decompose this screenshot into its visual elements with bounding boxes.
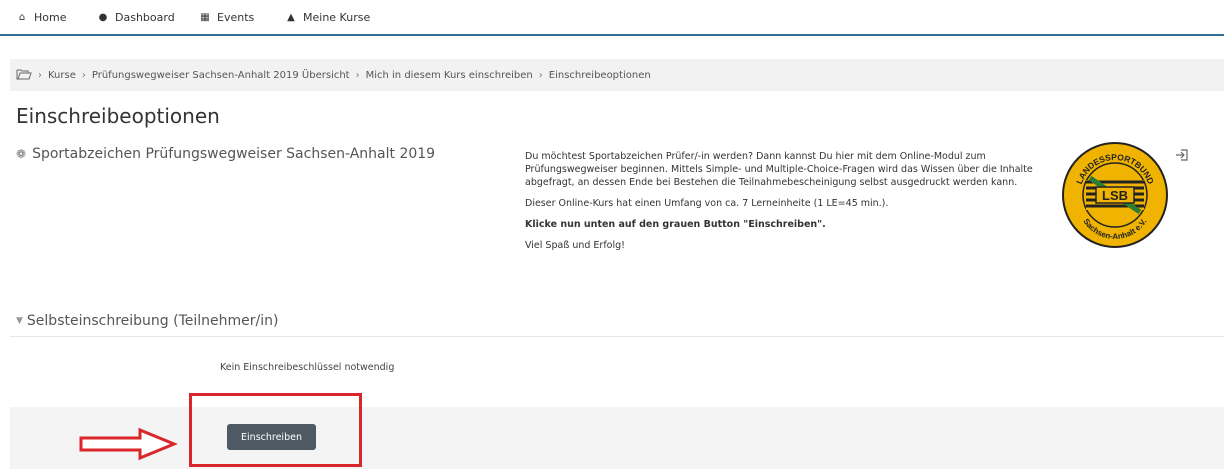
course-icon: ❁ xyxy=(16,147,27,161)
logo-center-text: LSB xyxy=(1102,188,1128,203)
breadcrumb-separator: › xyxy=(538,69,543,81)
nav-my-courses-label: Meine Kurse xyxy=(303,11,371,24)
nav-home-label: Home xyxy=(34,11,67,24)
summary-paragraph: Du möchtest Sportabzeichen Prüfer/-in we… xyxy=(525,151,1033,188)
sign-in-icon[interactable] xyxy=(1175,149,1189,164)
breadcrumb-item-enrolment-options[interactable]: Einschreibeoptionen xyxy=(549,70,651,81)
nav-home[interactable]: ⌂ Home xyxy=(16,11,67,24)
nav-dashboard[interactable]: ● Dashboard xyxy=(97,11,175,24)
folder-icon[interactable] xyxy=(16,68,32,83)
home-icon: ⌂ xyxy=(18,11,26,23)
dashboard-icon: ● xyxy=(98,11,108,23)
breadcrumb-separator: › xyxy=(81,69,86,81)
course-title[interactable]: ❁ Sportabzeichen Prüfungswegweiser Sachs… xyxy=(16,146,435,162)
course-name: Sportabzeichen Prüfungswegweiser Sachsen… xyxy=(32,146,436,162)
nav-my-courses[interactable]: ▲ Meine Kurse xyxy=(285,11,370,24)
nav-events-label: Events xyxy=(217,11,255,24)
nav-dashboard-label: Dashboard xyxy=(115,11,175,24)
breadcrumb-separator: › xyxy=(38,69,42,81)
self-enrolment-title: Selbsteinschreibung (Teilnehmer/in) xyxy=(26,313,279,329)
breadcrumb-item-course-overview[interactable]: Prüfungswegweiser Sachsen-Anhalt 2019 Üb… xyxy=(92,70,350,81)
breadcrumb-item-kurse[interactable]: Kurse xyxy=(48,70,76,81)
lsb-logo: LSB LANDESSPORTBUND Sachsen-Anhalt e.V. xyxy=(1060,140,1170,250)
no-enrolment-key-text: Kein Einschreibeschlüssel notwendig xyxy=(220,362,395,373)
course-summary: Du möchtest Sportabzeichen Prüfer/-in we… xyxy=(525,150,1045,260)
summary-paragraph: Viel Spaß und Erfolg! xyxy=(525,240,625,251)
breadcrumb-item-enrol-me[interactable]: Mich in diesem Kurs einschreiben xyxy=(366,70,533,81)
section-divider xyxy=(10,336,1224,337)
summary-instruction: Klicke nun unten auf den grauen Button "… xyxy=(525,219,826,230)
nav-events[interactable]: ▦ Events xyxy=(199,11,254,24)
caret-down-icon: ▼ xyxy=(16,316,23,326)
self-enrolment-section-toggle[interactable]: ▼ Selbsteinschreibung (Teilnehmer/in) xyxy=(16,313,278,329)
summary-paragraph: Dieser Online-Kurs hat einen Umfang von … xyxy=(525,198,889,209)
graduation-cap-icon: ▲ xyxy=(287,11,295,23)
annotation-arrow-icon xyxy=(79,427,178,461)
top-navbar: ⌂ Home ● Dashboard ▦ Events ▲ Meine Kurs… xyxy=(0,0,1224,36)
breadcrumb: › Kurse › Prüfungswegweiser Sachsen-Anha… xyxy=(10,59,1224,91)
calendar-icon: ▦ xyxy=(200,11,210,23)
page-title: Einschreibeoptionen xyxy=(16,104,220,128)
breadcrumb-separator: › xyxy=(355,69,360,81)
annotation-highlight-box xyxy=(189,393,362,467)
